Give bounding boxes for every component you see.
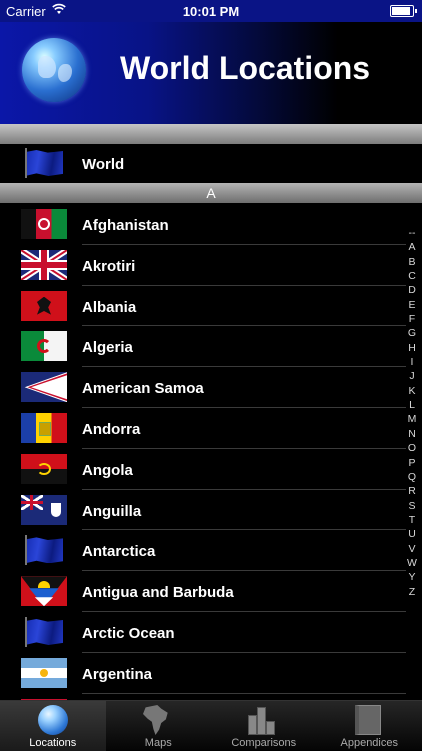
country-name: Arctic Ocean <box>82 625 175 642</box>
list-item[interactable]: Antigua and Barbuda <box>0 571 422 612</box>
list-item[interactable]: Antarctica <box>0 530 422 571</box>
ai-flag-icon <box>21 495 67 525</box>
index-letter[interactable]: W <box>404 556 420 570</box>
index-letter[interactable]: R <box>404 484 420 498</box>
globe-icon <box>22 38 86 102</box>
index-letter[interactable]: T <box>404 513 420 527</box>
index-letter[interactable]: K <box>404 384 420 398</box>
uk-flag-icon <box>21 250 67 280</box>
battery-icon <box>390 5 414 17</box>
index-letter[interactable]: Y <box>404 570 420 584</box>
list-item[interactable]: American Samoa <box>0 367 422 408</box>
index-letter[interactable]: Q <box>404 470 420 484</box>
index-letter[interactable]: J <box>404 369 420 383</box>
index-letter[interactable]: I <box>404 355 420 369</box>
book-icon <box>355 705 381 735</box>
tab-bar: Locations Maps Comparisons Appendices <box>0 700 422 750</box>
list-item[interactable]: Andorra <box>0 408 422 449</box>
index-letter[interactable]: F <box>404 312 420 326</box>
country-name: Akrotiri <box>82 258 135 275</box>
index-letter[interactable]: M <box>404 412 420 426</box>
list-item[interactable]: Albania <box>0 286 422 327</box>
index-letter[interactable]: C <box>404 269 420 283</box>
index-letter[interactable]: A <box>404 240 420 254</box>
country-name: Antigua and Barbuda <box>82 584 234 601</box>
index-letter[interactable]: P <box>404 456 420 470</box>
alphabet-index[interactable]: --ABCDEFGHIJKLMNOPQRSTUVWYZ <box>404 226 420 599</box>
globe-icon <box>38 705 68 735</box>
af-flag-icon <box>21 209 67 239</box>
tab-label: Comparisons <box>211 737 317 749</box>
al-flag-icon <box>21 291 67 321</box>
index-letter[interactable]: B <box>404 255 420 269</box>
country-name: Afghanistan <box>82 217 169 234</box>
index-letter[interactable]: L <box>404 398 420 412</box>
country-name: Antarctica <box>82 543 155 560</box>
tab-label: Maps <box>106 737 212 749</box>
country-name: Angola <box>82 462 133 479</box>
list-item[interactable]: Angola <box>0 449 422 490</box>
header-divider <box>0 124 422 144</box>
index-letter[interactable]: E <box>404 298 420 312</box>
as-flag-icon <box>21 372 67 402</box>
list-item[interactable]: Algeria <box>0 326 422 367</box>
blue-flag-icon <box>21 148 67 178</box>
index-letter[interactable]: H <box>404 341 420 355</box>
tab-label: Locations <box>0 737 106 749</box>
index-letter[interactable]: V <box>404 542 420 556</box>
country-list[interactable]: Afghanistan Akrotiri Albania Algeria America… <box>0 204 422 700</box>
list-item[interactable]: Arctic Ocean <box>0 612 422 653</box>
clock: 10:01 PM <box>0 4 422 19</box>
page-title: World Locations <box>120 50 370 87</box>
world-label: World <box>82 156 124 173</box>
index-letter[interactable]: -- <box>404 226 420 240</box>
list-item[interactable]: Argentina <box>0 653 422 694</box>
bar-chart-icon <box>246 707 280 735</box>
tab-label: Appendices <box>317 737 422 749</box>
blue-flag-icon <box>21 617 67 647</box>
country-name: Argentina <box>82 666 152 683</box>
index-letter[interactable]: G <box>404 326 420 340</box>
dz-flag-icon <box>21 331 67 361</box>
index-letter[interactable]: U <box>404 527 420 541</box>
country-name: Algeria <box>82 339 133 356</box>
world-row[interactable]: World <box>0 144 422 183</box>
list-item[interactable]: Afghanistan <box>0 204 422 245</box>
section-header-a: A <box>0 183 422 203</box>
index-letter[interactable]: D <box>404 283 420 297</box>
list-item[interactable]: Anguilla <box>0 490 422 531</box>
country-name: Anguilla <box>82 503 141 520</box>
index-letter[interactable]: O <box>404 441 420 455</box>
index-letter[interactable]: N <box>404 427 420 441</box>
index-letter[interactable]: S <box>404 499 420 513</box>
blue-flag-icon <box>21 535 67 565</box>
country-name: Andorra <box>82 421 140 438</box>
ar-flag-icon <box>21 658 67 688</box>
ao-flag-icon <box>21 454 67 484</box>
ag-flag-icon <box>21 576 67 606</box>
status-bar: Carrier 10:01 PM <box>0 0 422 22</box>
index-letter[interactable]: Z <box>404 585 420 599</box>
list-item[interactable]: Akrotiri <box>0 245 422 286</box>
country-name: Albania <box>82 299 136 316</box>
ad-flag-icon <box>21 413 67 443</box>
country-name: American Samoa <box>82 380 204 397</box>
